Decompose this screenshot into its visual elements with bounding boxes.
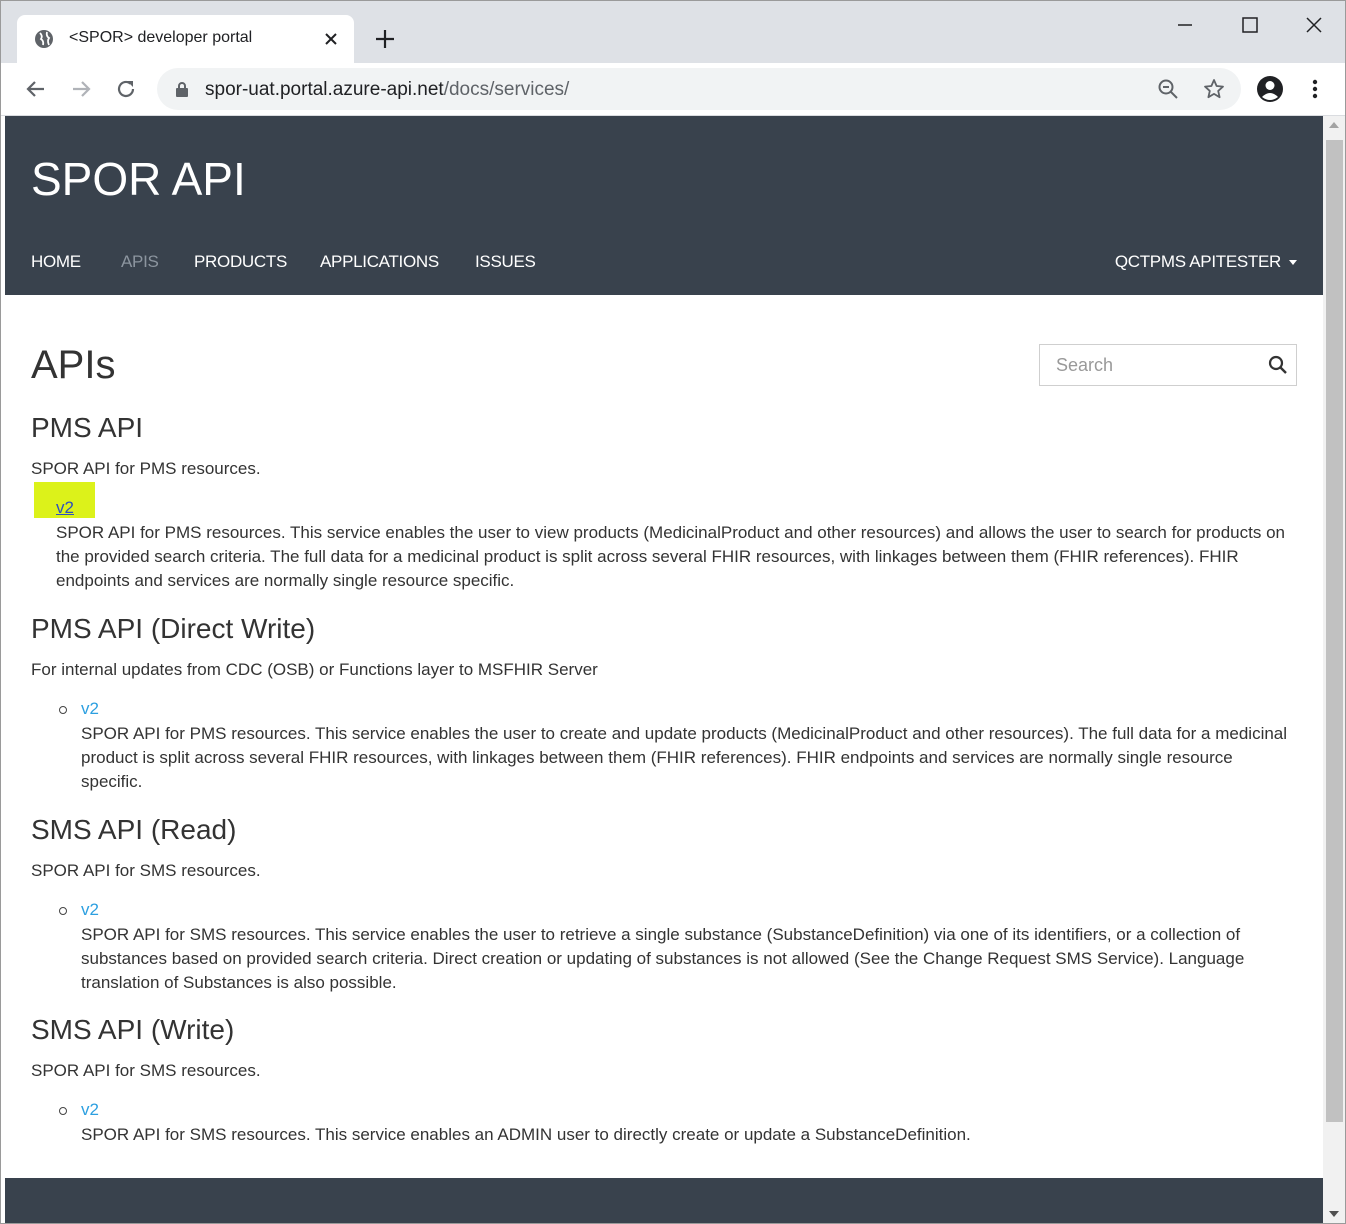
version-link[interactable]: v2 [81,1099,99,1121]
search-box[interactable] [1039,344,1297,386]
profile-avatar-icon[interactable] [1256,75,1284,103]
version-link[interactable]: v2 [81,698,99,720]
scrollbar-thumb[interactable] [1326,140,1343,1122]
minimize-icon[interactable] [1173,13,1197,37]
page-title: APIs [31,343,116,387]
browser-toolbar: spor-uat.portal.azure-api.net/docs/servi… [1,63,1345,116]
api-description: SPOR API for SMS resources. [31,1061,261,1080]
close-tab-icon[interactable] [322,30,340,48]
globe-icon [35,30,53,48]
api-name: PMS API (Direct Write) [31,613,316,644]
api-name: SMS API (Read) [31,814,237,845]
bullet-icon [59,1107,67,1115]
site-footer [5,1178,1323,1223]
version-description: SPOR API for SMS resources. This service… [81,925,1245,992]
back-arrow-icon[interactable] [24,77,48,101]
site-brand[interactable]: SPOR API [31,152,246,206]
version-description: SPOR API for SMS resources. This service… [81,1125,971,1144]
nav-products[interactable]: PRODUCTS [194,252,287,272]
site-header: SPOR API HOME APIS PRODUCTS APPLICATIONS… [5,116,1323,295]
api-description: SPOR API for SMS resources. [31,861,261,880]
api-section-sms-read: SMS API (Read) SPOR API for SMS resource… [31,813,1297,992]
main-nav: HOME APIS PRODUCTS APPLICATIONS ISSUES Q… [31,252,1297,276]
url-host: spor-uat.portal.azure-api.net [205,79,444,100]
nav-applications[interactable]: APPLICATIONS [320,252,439,272]
api-description: For internal updates from CDC (OSB) or F… [31,660,598,679]
nav-issues[interactable]: ISSUES [475,252,536,272]
url-path: /docs/services/ [443,79,570,100]
browser-tab[interactable]: <SPOR> developer portal [17,15,354,63]
zoom-icon[interactable] [1157,78,1179,100]
close-window-icon[interactable] [1302,13,1326,37]
api-description: SPOR API for PMS resources. [31,459,261,478]
scroll-up-arrow-icon[interactable] [1329,122,1339,128]
nav-apis[interactable]: APIS [121,252,159,272]
search-input[interactable] [1040,345,1276,385]
api-section-pms: PMS API SPOR API for PMS resources. v2 S… [31,411,1297,590]
bookmark-star-icon[interactable] [1203,78,1225,100]
version-description: SPOR API for PMS resources. This service… [56,523,1285,590]
scroll-down-arrow-icon[interactable] [1329,1211,1339,1217]
tab-title: <SPOR> developer portal [69,29,253,46]
bullet-icon [59,907,67,915]
api-section-sms-write: SMS API (Write) SPOR API for SMS resourc… [31,1013,1297,1144]
address-bar[interactable]: spor-uat.portal.azure-api.net/docs/servi… [157,68,1241,110]
lock-icon[interactable] [175,81,189,97]
version-description: SPOR API for PMS resources. This service… [81,724,1288,791]
forward-arrow-icon[interactable] [69,77,93,101]
version-link[interactable]: v2 [56,497,74,519]
nav-home[interactable]: HOME [31,252,81,272]
new-tab-icon[interactable] [373,27,397,51]
bullet-icon [59,706,67,714]
user-menu-label: QCTPMS APITESTER [1114,252,1281,271]
more-menu-icon[interactable] [1307,77,1323,101]
version-link[interactable]: v2 [81,899,99,921]
maximize-icon[interactable] [1238,13,1262,37]
api-section-pms-direct-write: PMS API (Direct Write) For internal upda… [31,612,1297,791]
user-menu-dropdown[interactable]: QCTPMS APITESTER [1115,252,1297,272]
api-name: SMS API (Write) [31,1014,235,1045]
vertical-scrollbar[interactable] [1323,116,1345,1223]
page-viewport: SPOR API HOME APIS PRODUCTS APPLICATIONS… [5,116,1323,1223]
browser-window: <SPOR> developer portal spor-uat.portal.… [0,0,1346,1224]
reload-icon[interactable] [114,77,138,101]
api-name: PMS API [31,412,144,443]
url-text[interactable]: spor-uat.portal.azure-api.net/docs/servi… [205,79,569,101]
caret-down-icon [1289,260,1297,266]
search-icon[interactable] [1268,355,1288,375]
tab-strip: <SPOR> developer portal [1,1,1345,63]
